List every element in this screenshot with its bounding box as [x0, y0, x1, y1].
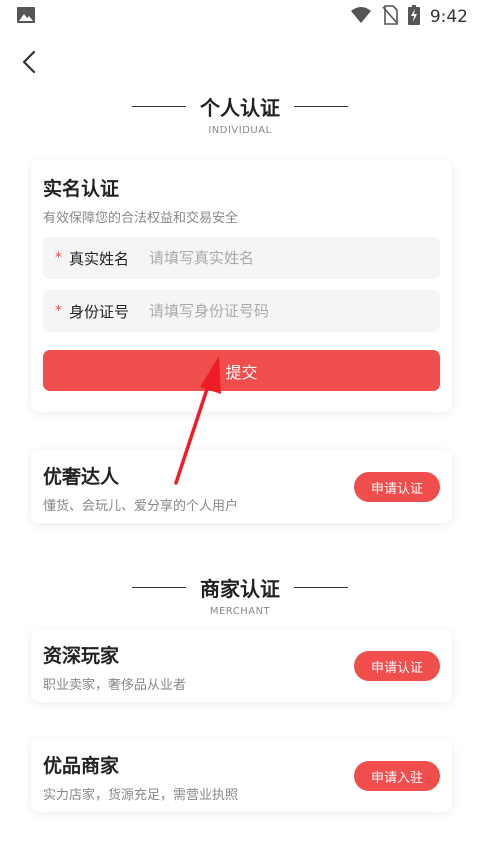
status-icons: 9:42 [350, 5, 468, 29]
no-sim-icon [382, 5, 398, 29]
back-button[interactable] [14, 46, 44, 78]
card-description: 职业卖家，奢侈品从业者 [43, 678, 187, 693]
submit-button[interactable]: 提交 [43, 350, 440, 391]
required-mark: * [55, 250, 62, 266]
gallery-notification-icon [16, 6, 36, 28]
card-description: 实力店家，货源充足，需营业执照 [43, 788, 239, 803]
id-number-input[interactable] [149, 302, 429, 320]
required-mark: * [55, 303, 62, 319]
section-title: 个人认证 [200, 96, 280, 120]
card-title: 资深玩家 [43, 645, 120, 667]
status-time: 9:42 [429, 7, 468, 27]
section-subtitle: INDIVIDUAL [208, 125, 272, 136]
card-title: 优品商家 [43, 755, 120, 777]
card-title: 实名认证 [43, 178, 120, 200]
card-description: 有效保障您的合法权益和交易安全 [43, 211, 239, 226]
card-title: 优奢达人 [43, 466, 120, 488]
wifi-icon [350, 6, 372, 28]
merchant-section-header: 商家认证 MERCHANT [0, 573, 480, 617]
divider-line [294, 105, 348, 108]
battery-charging-icon [407, 5, 420, 29]
divider-line [294, 586, 348, 589]
quality-merchant-card[interactable]: 优品商家 实力店家，货源充足，需营业执照 申请入驻 [31, 739, 452, 812]
apply-certification-button[interactable]: 申请认证 [354, 472, 440, 502]
luxury-expert-card[interactable]: 优奢达人 懂货、会玩儿、爱分享的个人用户 申请认证 [31, 450, 452, 523]
chevron-left-icon [22, 50, 36, 74]
apply-settle-button[interactable]: 申请入驻 [354, 761, 440, 791]
real-name-field[interactable]: * 真实姓名 [43, 237, 440, 279]
senior-player-card[interactable]: 资深玩家 职业卖家，奢侈品从业者 申请认证 [31, 629, 452, 702]
divider-line [132, 105, 186, 108]
field-label: 身份证号 [69, 302, 130, 321]
id-number-field[interactable]: * 身份证号 [43, 290, 440, 332]
card-description: 懂货、会玩儿、爱分享的个人用户 [43, 499, 239, 514]
individual-section-header: 个人认证 INDIVIDUAL [0, 92, 480, 136]
real-name-input[interactable] [149, 249, 429, 267]
apply-certification-button[interactable]: 申请认证 [354, 651, 440, 681]
section-title: 商家认证 [200, 577, 280, 601]
divider-line [132, 586, 186, 589]
real-name-card: 实名认证 有效保障您的合法权益和交易安全 * 真实姓名 * 身份证号 提交 [31, 160, 452, 412]
status-bar: 9:42 [0, 0, 480, 34]
section-subtitle: MERCHANT [209, 606, 271, 617]
field-label: 真实姓名 [69, 249, 130, 268]
